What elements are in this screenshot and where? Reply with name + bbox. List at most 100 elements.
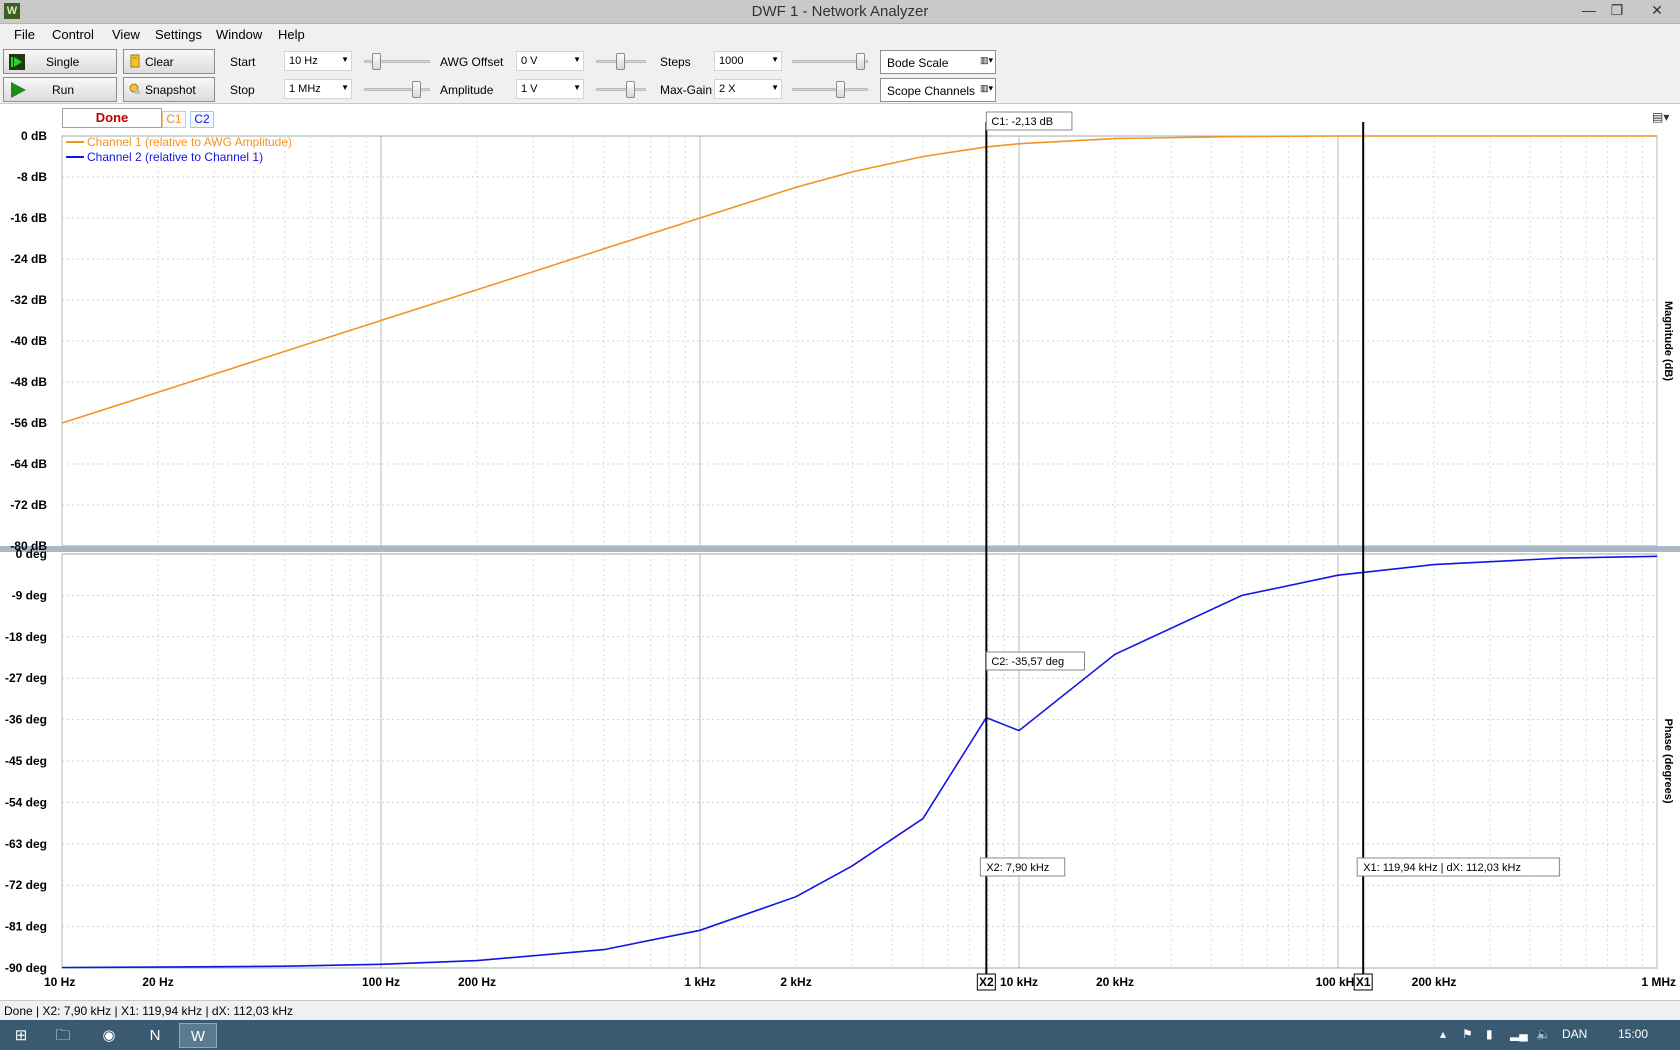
windows-taskbar: ⊞ 🗀 ◉ N W ▴ ⚑ ▮ ▂▄ 🔈 DAN 15:00 (0, 1020, 1680, 1050)
x-tick-label: 1 kHz (684, 975, 715, 989)
title-bar: W DWF 1 - Network Analyzer — ❐ ✕ (0, 0, 1680, 24)
x-tick-label: 2 kHz (780, 975, 811, 989)
channel-2-tab[interactable]: C2 (190, 111, 214, 128)
cursor-handle-label: X1 (1356, 975, 1371, 989)
x-tick-label: 100 kHz (1316, 975, 1361, 989)
onenote-icon[interactable]: N (136, 1023, 174, 1048)
menu-settings[interactable]: Settings (155, 27, 202, 42)
x-tick-label: 200 kHz (1412, 975, 1457, 989)
y-tick-label: -40 dB (10, 334, 47, 348)
slider-thumb[interactable] (836, 81, 845, 98)
x-tick-label: 200 Hz (458, 975, 496, 989)
y-tick-label: -64 dB (10, 457, 47, 471)
snapshot-label: Snapshot (145, 83, 196, 97)
waveforms-taskbar-icon[interactable]: W (179, 1023, 217, 1048)
windows-start-icon[interactable]: ⊞ (2, 1023, 40, 1048)
chevron-down-icon: ▼ (573, 83, 581, 92)
channel-1-tab[interactable]: C1 (162, 111, 186, 128)
close-button[interactable]: ✕ (1640, 0, 1674, 22)
y-tick-label: -32 dB (10, 293, 47, 307)
tray-flag-icon[interactable]: ⚑ (1462, 1027, 1473, 1041)
y-tick-label: -9 deg (12, 588, 47, 602)
y-tick-label: -90 deg (5, 961, 47, 975)
cursor-readout: X2: 7,90 kHz (986, 862, 1049, 874)
play-icon (11, 82, 26, 98)
x-tick-label: 20 kHz (1096, 975, 1134, 989)
tray-battery-icon[interactable]: ▮ (1486, 1027, 1493, 1041)
x-tick-label: 10 kHz (1000, 975, 1038, 989)
steps-value: 1000 (719, 55, 744, 67)
tray-volume-icon[interactable]: 🔈 (1536, 1027, 1551, 1041)
menu-file[interactable]: File (14, 27, 35, 42)
steps-slider[interactable] (792, 51, 868, 71)
y-tick-label: -54 deg (5, 795, 47, 809)
plot-legend: Channel 1 (relative to AWG Amplitude)Cha… (66, 135, 292, 164)
max-gain-slider[interactable] (792, 79, 868, 99)
window-title: DWF 1 - Network Analyzer (751, 3, 929, 20)
single-label: Single (46, 55, 80, 69)
y-tick-label: -81 deg (5, 920, 47, 934)
slider-thumb[interactable] (626, 81, 635, 98)
slider-thumb[interactable] (616, 53, 625, 70)
awg-offset-slider[interactable] (596, 51, 646, 71)
value-readout: C2: -35,57 deg (991, 656, 1064, 668)
tray-arrow-icon[interactable]: ▴ (1440, 1027, 1446, 1041)
x-tick-label: 20 Hz (142, 975, 173, 989)
max-gain-value: 2 X (719, 83, 736, 95)
start-frequency-slider[interactable] (364, 51, 430, 71)
clear-icon (130, 54, 140, 68)
amplitude-slider[interactable] (596, 79, 646, 99)
menu-help[interactable]: Help (278, 27, 305, 42)
x-tick-label: 10 Hz (44, 975, 75, 989)
menu-view[interactable]: View (112, 27, 140, 42)
run-button[interactable]: Run (3, 77, 117, 102)
snapshot-button[interactable]: Snapshot (123, 77, 215, 102)
clear-button[interactable]: Clear (123, 49, 215, 74)
file-explorer-icon[interactable]: 🗀 (44, 1023, 82, 1048)
menu-bar: File Control View Settings Window Help (0, 24, 1680, 46)
dropdown-arrow-icon: ▥▾ (979, 55, 993, 65)
restore-button[interactable]: ❐ (1600, 0, 1634, 22)
chevron-down-icon: ▼ (771, 55, 779, 64)
cursor-readout: X1: 119,94 kHz | dX: 112,03 kHz (1363, 862, 1521, 874)
amplitude-value: 1 V (521, 83, 538, 95)
slider-thumb[interactable] (856, 53, 865, 70)
amplitude-combo[interactable]: 1 V ▼ (516, 79, 584, 99)
steps-label: Steps (660, 55, 691, 69)
start-frequency-combo[interactable]: 10 Hz ▼ (284, 51, 352, 71)
plot-options-icon[interactable]: ▤▾ (1652, 110, 1669, 124)
stop-frequency-combo[interactable]: 1 MHz ▼ (284, 79, 352, 99)
awg-offset-combo[interactable]: 0 V ▼ (516, 51, 584, 71)
tray-language[interactable]: DAN (1562, 1027, 1587, 1041)
y-tick-label: -24 dB (10, 252, 47, 266)
stop-label: Stop (230, 83, 255, 97)
y-axis-title: Magnitude (dB) (1662, 301, 1674, 381)
menu-control[interactable]: Control (52, 27, 94, 42)
plot-status-tabs: Done C1 C2 ▤▾ (0, 108, 1680, 128)
chevron-down-icon: ▼ (573, 55, 581, 64)
slider-thumb[interactable] (412, 81, 421, 98)
y-tick-label: -63 deg (5, 837, 47, 851)
max-gain-combo[interactable]: 2 X ▼ (714, 79, 782, 99)
stop-frequency-slider[interactable] (364, 79, 430, 99)
x-tick-label: 1 MHz (1641, 975, 1676, 989)
scope-channels-label: Scope Channels (887, 84, 976, 98)
slider-thumb[interactable] (372, 53, 381, 70)
y-tick-label: -36 deg (5, 713, 47, 727)
steps-combo[interactable]: 1000 ▼ (714, 51, 782, 71)
tray-clock[interactable]: 15:00 (1618, 1027, 1648, 1041)
bode-scale-button[interactable]: Bode Scale ▥▾ (880, 50, 996, 74)
chevron-down-icon: ▼ (341, 83, 349, 92)
chrome-icon[interactable]: ◉ (90, 1023, 128, 1048)
cursor-handle-label: X2 (979, 975, 994, 989)
clear-label: Clear (145, 55, 174, 69)
menu-window[interactable]: Window (216, 27, 262, 42)
single-button[interactable]: Single (3, 49, 117, 74)
bode-plot: 0 dB -8 dB -16 dB -24 dB -32 dB -40 dB -48 dB -… (0, 104, 1680, 1000)
tray-network-icon[interactable]: ▂▄ (1510, 1027, 1528, 1041)
snapshot-icon (129, 83, 140, 94)
max-gain-label: Max-Gain (660, 83, 713, 97)
y-tick-label: -72 dB (10, 498, 47, 512)
chevron-down-icon: ▼ (341, 55, 349, 64)
scope-channels-button[interactable]: Scope Channels ▥▾ (880, 78, 996, 102)
